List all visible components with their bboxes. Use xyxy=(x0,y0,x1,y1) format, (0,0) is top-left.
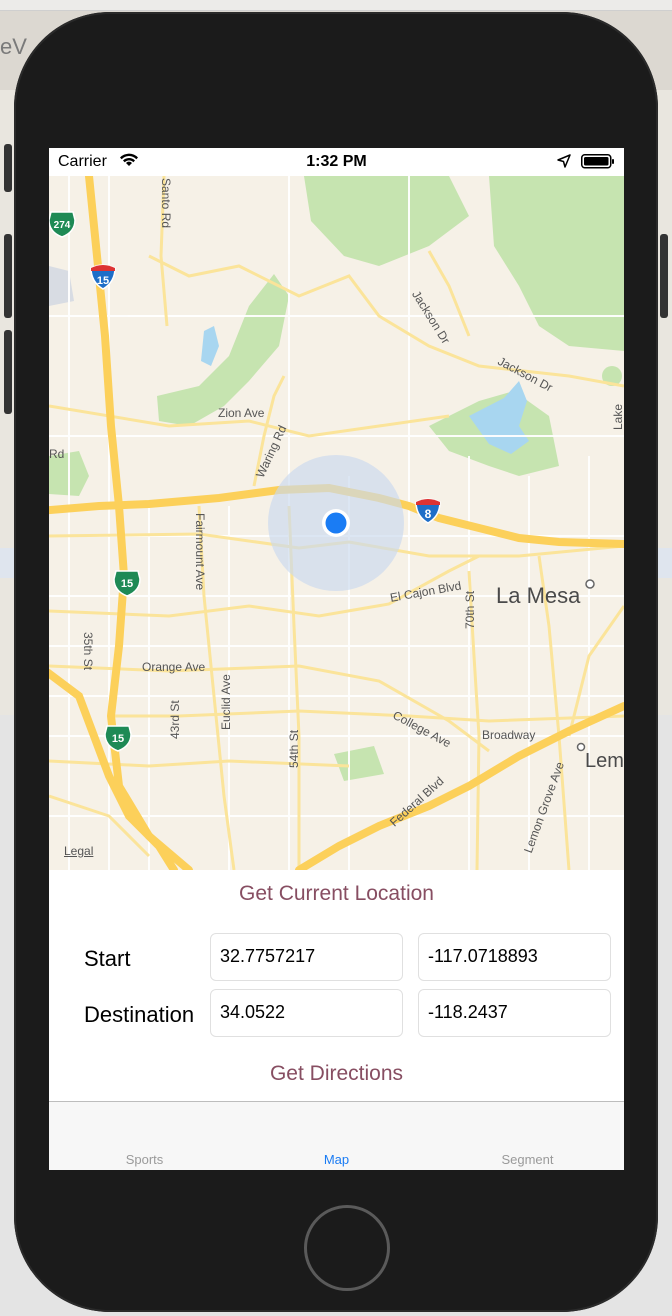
map-label-santo-rd: Santo Rd xyxy=(159,178,173,229)
background-window-title: eV xyxy=(0,34,27,59)
map-label-43rd-st: 43rd St xyxy=(168,700,182,739)
destination-longitude-field[interactable]: -118.2437 xyxy=(418,989,611,1037)
tab-segment[interactable]: Segment xyxy=(432,1152,623,1167)
volume-down-button xyxy=(4,330,12,414)
get-directions-button[interactable]: Get Directions xyxy=(49,1062,624,1086)
state-route-15-shield-icon: 15 xyxy=(104,725,132,752)
home-button[interactable] xyxy=(304,1205,390,1291)
svg-text:15: 15 xyxy=(112,733,124,745)
map-graphics xyxy=(49,176,624,870)
location-arrow-icon xyxy=(557,154,571,173)
svg-text:15: 15 xyxy=(121,578,133,590)
interstate-15-shield-icon: 15 xyxy=(90,264,116,290)
destination-latitude-field[interactable]: 34.0522 xyxy=(210,989,403,1037)
interstate-8-shield-icon: 8 xyxy=(415,498,441,524)
map-label-euclid-ave: Euclid Ave xyxy=(219,674,233,730)
map-label-la-mesa: La Mesa xyxy=(496,583,581,608)
map-view[interactable]: 15 8 274 15 15 Santo Rd Jackson Dr Jacks… xyxy=(49,176,624,870)
user-location-dot xyxy=(325,512,347,534)
start-latitude-field[interactable]: 32.7757217 xyxy=(210,933,403,981)
map-label-rd: Rd xyxy=(49,447,65,461)
start-longitude-field[interactable]: -117.0718893 xyxy=(418,933,611,981)
mute-switch xyxy=(4,144,12,192)
map-label-lem: Lem xyxy=(585,750,624,772)
background-window-titlebar xyxy=(0,0,672,11)
svg-text:274: 274 xyxy=(54,220,71,231)
map-label-lake: Lake xyxy=(611,403,624,430)
destination-label: Destination xyxy=(84,1002,195,1027)
map-label-fairmount-ave: Fairmount Ave xyxy=(193,513,207,591)
tab-map[interactable]: Map xyxy=(241,1152,432,1167)
map-label-35th-st: 35th St xyxy=(81,632,95,671)
volume-up-button xyxy=(4,234,12,318)
map-label-70th-st: 70th St xyxy=(463,590,477,629)
map-label-orange-ave: Orange Ave xyxy=(142,660,206,674)
map-legal-link[interactable]: Legal xyxy=(64,844,93,858)
map-label-zion-ave: Zion Ave xyxy=(218,406,265,420)
battery-icon xyxy=(581,154,615,174)
get-current-location-button[interactable]: Get Current Location xyxy=(49,882,624,906)
svg-text:15: 15 xyxy=(97,275,109,287)
state-route-15-shield-icon: 15 xyxy=(113,570,141,597)
svg-text:8: 8 xyxy=(425,507,432,521)
map-label-54th-st: 54th St xyxy=(287,729,301,768)
power-button xyxy=(660,234,668,318)
tab-bar: Sports Map Segment xyxy=(49,1101,624,1170)
status-bar: Carrier 1:32 PM xyxy=(49,148,624,176)
state-route-274-shield-icon: 274 xyxy=(49,211,76,238)
device-screen: Carrier 1:32 PM 15 8 274 15 15 Santo Rd … xyxy=(49,148,624,1170)
map-label-broadway: Broadway xyxy=(482,728,536,742)
tab-sports[interactable]: Sports xyxy=(49,1152,240,1167)
start-label: Start xyxy=(84,946,131,971)
status-time: 1:32 PM xyxy=(306,153,367,170)
